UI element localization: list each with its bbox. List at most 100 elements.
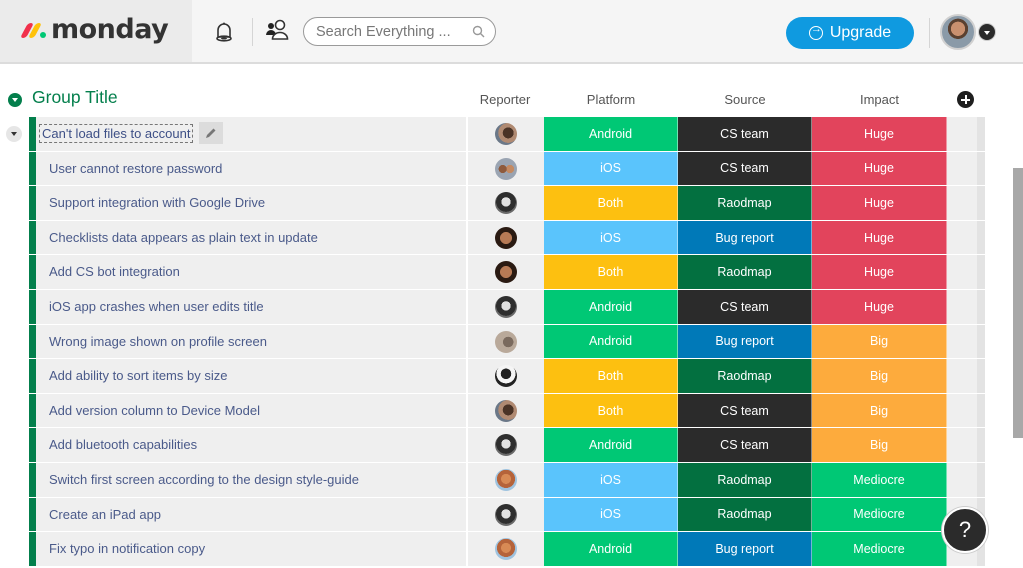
- reporter-avatar-g[interactable]: [495, 538, 517, 561]
- item-name-cell[interactable]: Switch first screen according to the des…: [36, 462, 466, 497]
- source-status[interactable]: Bug report: [678, 532, 812, 566]
- avatar[interactable]: [940, 14, 976, 50]
- reporter-cell[interactable]: [467, 324, 544, 359]
- item-name[interactable]: Can't load files to account: [39, 124, 194, 143]
- column-header-reporter[interactable]: Reporter: [466, 92, 544, 107]
- reporter-cell[interactable]: [467, 186, 544, 220]
- source-status[interactable]: CS team: [678, 393, 812, 428]
- platform-status[interactable]: Both: [544, 393, 678, 428]
- item-name[interactable]: Fix typo in notification copy: [49, 541, 205, 556]
- upgrade-button[interactable]: Upgrade: [786, 17, 914, 49]
- platform-status[interactable]: Both: [544, 359, 678, 393]
- source-status[interactable]: CS team: [678, 151, 812, 186]
- item-name-cell[interactable]: Create an iPad app: [36, 497, 466, 532]
- reporter-cell[interactable]: [467, 255, 544, 289]
- item-name[interactable]: Add bluetooth capabilities: [49, 437, 197, 452]
- reporter-cell[interactable]: [467, 289, 544, 324]
- item-name-cell[interactable]: Add CS bot integration: [36, 255, 466, 289]
- platform-status[interactable]: Android: [544, 324, 678, 359]
- reporter-cell[interactable]: [467, 462, 544, 497]
- caret-down-icon[interactable]: [978, 23, 996, 41]
- source-status[interactable]: Raodmap: [678, 462, 812, 497]
- reporter-cell[interactable]: [467, 117, 544, 151]
- impact-status[interactable]: Big: [812, 359, 947, 393]
- reporter-avatar-d[interactable]: [495, 261, 517, 284]
- bell-icon[interactable]: [212, 20, 236, 44]
- platform-status[interactable]: iOS: [544, 220, 678, 255]
- item-name[interactable]: Checklists data appears as plain text in…: [49, 230, 318, 245]
- column-header-platform[interactable]: Platform: [544, 92, 678, 107]
- item-name-cell[interactable]: Add version column to Device Model: [36, 393, 466, 428]
- platform-status[interactable]: Both: [544, 255, 678, 289]
- reporter-avatar-c[interactable]: [495, 503, 517, 526]
- reporter-avatar-g[interactable]: [495, 468, 517, 491]
- row-menu-icon[interactable]: [6, 126, 22, 142]
- impact-status[interactable]: Huge: [812, 289, 947, 324]
- reporter-avatar-e[interactable]: [495, 330, 517, 353]
- item-name[interactable]: Add ability to sort items by size: [49, 368, 227, 383]
- item-name[interactable]: Support integration with Google Drive: [49, 195, 265, 210]
- group-title[interactable]: Group Title: [32, 87, 118, 108]
- source-status[interactable]: Bug report: [678, 220, 812, 255]
- edit-name-button[interactable]: [199, 122, 223, 144]
- reporter-cell[interactable]: [467, 497, 544, 532]
- item-name-cell[interactable]: Checklists data appears as plain text in…: [36, 220, 466, 255]
- item-name[interactable]: Add version column to Device Model: [49, 403, 260, 418]
- impact-status[interactable]: Big: [812, 428, 947, 462]
- platform-status[interactable]: iOS: [544, 151, 678, 186]
- platform-status[interactable]: Android: [544, 289, 678, 324]
- item-name-cell[interactable]: User cannot restore password: [36, 151, 466, 186]
- impact-status[interactable]: Mediocre: [812, 497, 947, 532]
- impact-status[interactable]: Huge: [812, 186, 947, 220]
- monday-logo[interactable]: monday: [20, 14, 169, 45]
- search-input[interactable]: [316, 22, 466, 42]
- impact-status[interactable]: Huge: [812, 220, 947, 255]
- platform-status[interactable]: iOS: [544, 497, 678, 532]
- reporter-cell[interactable]: [467, 151, 544, 186]
- item-name-cell[interactable]: Add ability to sort items by size: [36, 359, 466, 393]
- item-name-cell[interactable]: Support integration with Google Drive: [36, 186, 466, 220]
- source-status[interactable]: CS team: [678, 117, 812, 151]
- impact-status[interactable]: Mediocre: [812, 462, 947, 497]
- source-status[interactable]: Raodmap: [678, 186, 812, 220]
- reporter-avatar-b[interactable]: [495, 157, 517, 180]
- source-status[interactable]: CS team: [678, 428, 812, 462]
- source-status[interactable]: Raodmap: [678, 359, 812, 393]
- item-name-cell[interactable]: Wrong image shown on profile screen: [36, 324, 466, 359]
- item-name[interactable]: Create an iPad app: [49, 507, 161, 522]
- reporter-avatar-a[interactable]: [495, 399, 517, 422]
- vertical-scrollbar[interactable]: [1013, 168, 1023, 438]
- search-icon[interactable]: [472, 25, 485, 38]
- item-name-cell[interactable]: iOS app crashes when user edits title: [36, 289, 466, 324]
- people-icon[interactable]: [265, 18, 291, 44]
- reporter-cell[interactable]: [467, 428, 544, 462]
- item-name[interactable]: Wrong image shown on profile screen: [49, 334, 267, 349]
- source-status[interactable]: Raodmap: [678, 497, 812, 532]
- item-name-cell[interactable]: Can't load files to account: [36, 117, 466, 151]
- help-button[interactable]: ?: [942, 507, 988, 553]
- reporter-avatar-c[interactable]: [495, 295, 517, 318]
- column-header-impact[interactable]: Impact: [812, 92, 947, 107]
- source-status[interactable]: Raodmap: [678, 255, 812, 289]
- search-box[interactable]: [303, 17, 496, 46]
- item-name[interactable]: Add CS bot integration: [49, 264, 180, 279]
- add-column-icon[interactable]: [957, 91, 974, 108]
- reporter-avatar-f[interactable]: [495, 365, 517, 388]
- reporter-cell[interactable]: [467, 220, 544, 255]
- source-status[interactable]: CS team: [678, 289, 812, 324]
- group-collapse-icon[interactable]: [8, 93, 22, 107]
- item-name[interactable]: User cannot restore password: [49, 161, 222, 176]
- impact-status[interactable]: Huge: [812, 117, 947, 151]
- reporter-avatar-d[interactable]: [495, 226, 517, 249]
- platform-status[interactable]: Both: [544, 186, 678, 220]
- reporter-cell[interactable]: [467, 532, 544, 566]
- column-header-source[interactable]: Source: [678, 92, 812, 107]
- item-name[interactable]: Switch first screen according to the des…: [49, 472, 359, 487]
- impact-status[interactable]: Huge: [812, 255, 947, 289]
- impact-status[interactable]: Mediocre: [812, 532, 947, 566]
- reporter-avatar-c[interactable]: [495, 434, 517, 457]
- reporter-avatar-c[interactable]: [495, 192, 517, 215]
- reporter-avatar-a[interactable]: [495, 123, 517, 145]
- impact-status[interactable]: Big: [812, 393, 947, 428]
- item-name-cell[interactable]: Add bluetooth capabilities: [36, 428, 466, 462]
